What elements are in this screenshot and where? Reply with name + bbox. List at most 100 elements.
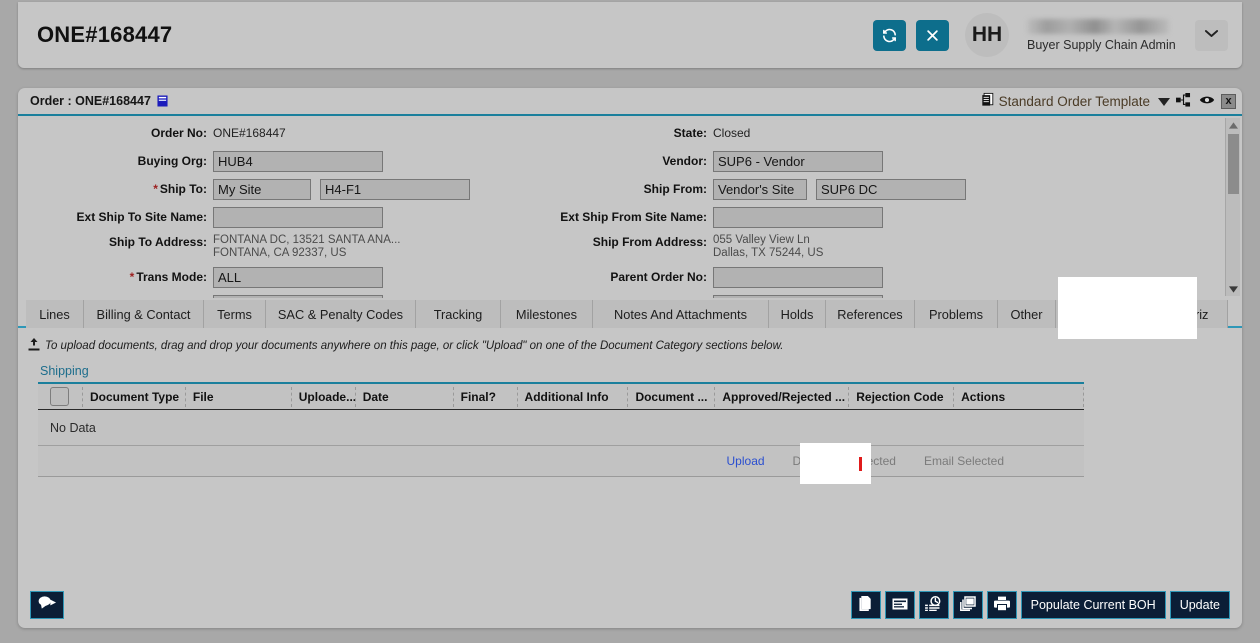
section-title-shipping: Shipping bbox=[40, 364, 1232, 378]
close-button[interactable] bbox=[916, 20, 949, 51]
label-buying-org: Buying Org: bbox=[18, 154, 213, 168]
footer-actions: Populate Current BOH Update bbox=[851, 591, 1242, 619]
value-state: Closed bbox=[713, 126, 750, 140]
eye-icon bbox=[1199, 94, 1215, 109]
copy-button[interactable] bbox=[851, 591, 881, 619]
column-file[interactable]: File bbox=[186, 387, 292, 407]
column-final[interactable]: Final? bbox=[454, 387, 518, 407]
form-scrollbar[interactable] bbox=[1225, 118, 1240, 296]
input-trans-mode[interactable]: ALL bbox=[213, 267, 383, 288]
refresh-icon bbox=[881, 27, 898, 44]
hierarchy-icon-button[interactable] bbox=[1174, 93, 1193, 110]
upload-link[interactable]: Upload bbox=[727, 454, 765, 468]
ship-from-address-line2: Dallas, TX 75244, US bbox=[713, 247, 823, 260]
select-all-checkbox[interactable] bbox=[50, 387, 69, 406]
column-rejection-code[interactable]: Rejection Code bbox=[849, 387, 954, 407]
column-additional-info[interactable]: Additional Info bbox=[518, 387, 629, 407]
input-fulfillment-org[interactable]: 3PLVendor bbox=[713, 295, 883, 299]
input-buying-org[interactable]: HUB4 bbox=[213, 151, 383, 172]
documents-tab-panel: To upload documents, drag and drop your … bbox=[18, 328, 1242, 477]
header-actions: HH Buyer Supply Chain Admin bbox=[873, 13, 1242, 57]
value-ship-to-address: FONTANA DC, 13521 SANTA ANA... FONTANA, … bbox=[213, 234, 400, 260]
label-state: State: bbox=[488, 126, 713, 140]
input-ship-to-site[interactable]: My Site bbox=[213, 179, 311, 200]
label-vendor: Vendor: bbox=[488, 154, 713, 168]
panel-footer: Populate Current BOH Update bbox=[18, 582, 1242, 628]
order-panel: Order : ONE#168447 Stan bbox=[18, 88, 1242, 628]
label-ship-from: Ship From: bbox=[488, 182, 713, 196]
print-button[interactable] bbox=[987, 591, 1017, 619]
hierarchy-icon bbox=[1176, 93, 1191, 110]
user-name-redacted bbox=[1027, 19, 1169, 34]
chat-bubble-icon bbox=[38, 595, 57, 615]
panel-close-button[interactable]: x bbox=[1221, 94, 1236, 109]
column-uploaded-by[interactable]: Uploade... bbox=[292, 387, 356, 407]
tab-milestones[interactable]: Milestones bbox=[501, 300, 593, 328]
eye-icon-button[interactable] bbox=[1197, 94, 1217, 109]
order-doc-icon bbox=[157, 95, 168, 107]
order-form-right-column: State: Closed Vendor: SUP6 - Vendor Ship… bbox=[488, 122, 1018, 298]
column-actions[interactable]: Actions bbox=[954, 387, 1084, 407]
user-role: Buyer Supply Chain Admin bbox=[1027, 38, 1177, 52]
field-row-buying-org: Buying Org: HUB4 bbox=[18, 150, 488, 172]
tab-billing-contact[interactable]: Billing & Contact bbox=[84, 300, 204, 328]
value-ship-from-address: 055 Valley View Ln Dallas, TX 75244, US bbox=[713, 234, 823, 260]
input-vendor[interactable]: SUP6 - Vendor bbox=[713, 151, 883, 172]
required-marker: * bbox=[130, 270, 135, 284]
tab-sac-penalty-codes[interactable]: SAC & Penalty Codes bbox=[266, 300, 416, 328]
tab-references[interactable]: References bbox=[826, 300, 915, 328]
input-ship-to-code[interactable]: H4-F1 bbox=[320, 179, 470, 200]
panel-titlebar: Order : ONE#168447 Stan bbox=[18, 88, 1242, 116]
form-button[interactable] bbox=[885, 591, 915, 619]
column-document-type[interactable]: Document Type bbox=[83, 387, 186, 407]
user-menu-button[interactable] bbox=[1195, 20, 1228, 51]
close-icon bbox=[925, 28, 940, 43]
occlusion-overlay-tabs bbox=[1058, 277, 1197, 339]
scrollbar-thumb[interactable] bbox=[1228, 134, 1239, 194]
input-ext-ship-from-site-name[interactable] bbox=[713, 207, 883, 228]
form-icon bbox=[892, 598, 908, 613]
input-equipment[interactable] bbox=[213, 295, 383, 299]
field-row-trans-mode: *Trans Mode: ALL bbox=[18, 266, 488, 288]
order-template-selector[interactable]: Standard Order Template bbox=[981, 92, 1170, 110]
tab-problems[interactable]: Problems bbox=[915, 300, 998, 328]
scroll-up-arrow-icon[interactable] bbox=[1226, 118, 1241, 132]
populate-current-boh-button[interactable]: Populate Current BOH bbox=[1021, 591, 1166, 619]
input-ext-ship-to-site-name[interactable] bbox=[213, 207, 383, 228]
order-form: Order No: ONE#168447 Buying Org: HUB4 *S… bbox=[18, 116, 1242, 298]
order-form-left-column: Order No: ONE#168447 Buying Org: HUB4 *S… bbox=[18, 122, 488, 298]
order-template-label: Standard Order Template bbox=[999, 94, 1150, 109]
column-date[interactable]: Date bbox=[356, 387, 454, 407]
tab-other[interactable]: Other bbox=[998, 300, 1056, 328]
field-row-order-no: Order No: ONE#168447 bbox=[18, 122, 488, 144]
scroll-down-arrow-icon[interactable] bbox=[1226, 282, 1241, 296]
windows-icon bbox=[960, 596, 976, 614]
tab-lines[interactable]: Lines bbox=[26, 300, 84, 328]
table-header-row: Document Type File Uploade... Date Final… bbox=[38, 384, 1084, 410]
input-parent-order-no[interactable] bbox=[713, 267, 883, 288]
input-ship-from-code[interactable]: SUP6 DC bbox=[816, 179, 966, 200]
tab-holds[interactable]: Holds bbox=[769, 300, 826, 328]
refresh-button[interactable] bbox=[873, 20, 906, 51]
select-all-cell bbox=[38, 387, 83, 407]
input-ship-from-site[interactable]: Vendor's Site bbox=[713, 179, 807, 200]
tab-notes-attachments[interactable]: Notes And Attachments bbox=[593, 300, 769, 328]
field-row-state: State: Closed bbox=[488, 122, 1018, 144]
page-title: ONE#168447 bbox=[37, 22, 172, 48]
upload-hint: To upload documents, drag and drop your … bbox=[28, 338, 1232, 354]
history-button[interactable] bbox=[919, 591, 949, 619]
windows-button[interactable] bbox=[953, 591, 983, 619]
tab-tracking[interactable]: Tracking bbox=[416, 300, 501, 328]
ship-from-address-line1: 055 Valley View Ln bbox=[713, 234, 823, 247]
chat-button[interactable] bbox=[30, 591, 64, 619]
column-approved-rejected[interactable]: Approved/Rejected ... bbox=[715, 387, 849, 407]
table-empty-row: No Data bbox=[38, 410, 1084, 446]
update-button[interactable]: Update bbox=[1170, 591, 1230, 619]
field-row-ship-from-address: Ship From Address: 055 Valley View Ln Da… bbox=[488, 234, 1018, 260]
user-info: Buyer Supply Chain Admin bbox=[1027, 19, 1177, 52]
column-document[interactable]: Document ... bbox=[628, 387, 715, 407]
panel-title-actions: Standard Order Template bbox=[981, 92, 1236, 110]
tab-terms[interactable]: Terms bbox=[204, 300, 266, 328]
field-row-ship-to: *Ship To: My Site H4-F1 bbox=[18, 178, 488, 200]
label-trans-mode: *Trans Mode: bbox=[18, 270, 213, 284]
